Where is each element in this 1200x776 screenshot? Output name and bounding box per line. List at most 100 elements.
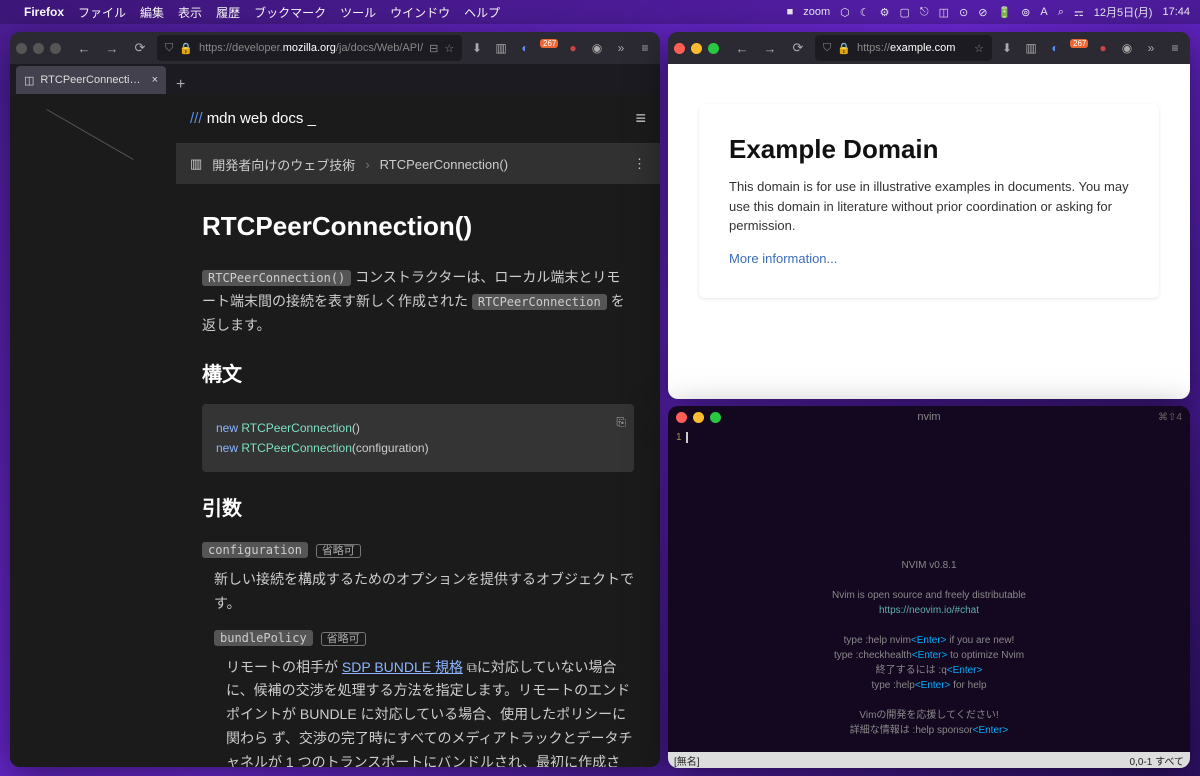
sidebar-gutter [10, 94, 176, 767]
search-icon[interactable]: ⌕ [1058, 6, 1064, 19]
menu-bookmarks[interactable]: ブックマーク [254, 4, 326, 21]
bookmark-icon[interactable]: ☆ [974, 42, 984, 55]
macos-menubar: Firefox ファイル 編集 表示 履歴 ブックマーク ツール ウインドウ ヘ… [0, 0, 1200, 24]
app-name[interactable]: Firefox [24, 5, 64, 19]
status-filename: [無名] [674, 753, 700, 768]
date[interactable]: 12月5日(月) [1094, 4, 1153, 20]
ext-badge: 267 [540, 39, 558, 48]
back-button[interactable]: ← [73, 37, 95, 59]
tab-title: RTCPeerConnection() - Web API [40, 74, 145, 86]
terminal-window: nvim ⌘⇧4 1 NVIM v0.8.1 Nvim is open sour… [668, 406, 1190, 768]
hamburger-icon[interactable]: ≡ [635, 108, 646, 129]
new-tab-button[interactable]: + [166, 76, 195, 94]
more-icon[interactable]: ⋮ [633, 156, 646, 172]
mdn-header: /// mdn web docs _ ≡ [176, 94, 660, 144]
tray-icon[interactable]: ◫ [939, 6, 949, 19]
code-inline: RTCPeerConnection [472, 294, 607, 310]
line-number: 1 [676, 432, 682, 443]
tab-bar: ◫ RTCPeerConnection() - Web API × + [10, 64, 660, 94]
intro-paragraph: RTCPeerConnection() コンストラクターは、ローカル端末とリモー… [202, 266, 634, 337]
menu-history[interactable]: 履歴 [216, 4, 240, 21]
browser-tab[interactable]: ◫ RTCPeerConnection() - Web API × [16, 66, 166, 94]
url-suffix: /ja/docs/Web/API/ [336, 42, 423, 54]
shield-icon: ⛉ [165, 42, 173, 55]
control-center-icon[interactable]: ⚎ [1074, 6, 1084, 19]
ext-icon[interactable]: ◐ [1046, 41, 1064, 55]
code-inline: RTCPeerConnection() [202, 270, 351, 286]
library-icon[interactable]: ▥ [492, 41, 510, 55]
lock-icon: 🔒 [179, 42, 193, 55]
window-controls[interactable] [676, 412, 721, 423]
menu-tools[interactable]: ツール [340, 4, 376, 21]
wifi-icon[interactable]: ⊚ [1021, 6, 1030, 19]
param-name: configuration 省略可 [202, 538, 634, 562]
tray-icon[interactable]: ⎋ [920, 6, 929, 19]
chevron-icon[interactable]: » [612, 41, 630, 55]
page-title: RTCPeerConnection() [202, 204, 634, 248]
browser-toolbar: ← → ⟳ ⛉ 🔒 https://example.com ☆ ⬇ ▥ ◐ 26… [668, 32, 1190, 64]
url-bar[interactable]: ⛉ 🔒 https://example.com ☆ [815, 35, 992, 61]
forward-button[interactable]: → [101, 37, 123, 59]
section-syntax: 構文 [202, 358, 634, 392]
ext-icon[interactable]: ◉ [1118, 41, 1136, 55]
section-args: 引数 [202, 492, 634, 526]
back-button[interactable]: ← [731, 37, 753, 59]
firefox-window-example: ← → ⟳ ⛉ 🔒 https://example.com ☆ ⬇ ▥ ◐ 26… [668, 32, 1190, 399]
download-icon[interactable]: ⬇ [468, 41, 486, 55]
breadcrumb-item[interactable]: RTCPeerConnection() [380, 157, 508, 172]
library-icon[interactable]: ▥ [1022, 41, 1040, 55]
terminal-body[interactable]: 1 NVIM v0.8.1 Nvim is open source and fr… [668, 428, 1190, 750]
tray-icon[interactable]: ⊙ [959, 6, 968, 19]
menu-icon[interactable]: ≡ [636, 41, 654, 55]
tray-icon[interactable]: ☾ [860, 6, 870, 19]
favicon: ◫ [24, 74, 34, 87]
window-controls[interactable] [674, 43, 719, 54]
reload-button[interactable]: ⟳ [129, 37, 151, 59]
download-icon[interactable]: ⬇ [998, 41, 1016, 55]
param-name: bundlePolicy 省略可 [214, 626, 634, 650]
breadcrumb: ▥ 開発者向けのウェブ技術 › RTCPeerConnection() ⋮ [176, 144, 660, 184]
chevron-icon[interactable]: » [1142, 41, 1160, 55]
ext-icon[interactable]: ◐ [516, 41, 534, 55]
terminal-titlebar: nvim ⌘⇧4 [668, 406, 1190, 428]
menu-help[interactable]: ヘルプ [464, 4, 500, 21]
tray-icon[interactable]: ▢ [900, 6, 910, 19]
page-content: Example Domain This domain is for use in… [668, 64, 1190, 399]
close-tab-icon[interactable]: × [152, 74, 158, 86]
menu-file[interactable]: ファイル [78, 4, 126, 21]
mdn-logo[interactable]: /// mdn web docs _ [190, 110, 316, 127]
zoom-label[interactable]: zoom [803, 6, 830, 18]
menu-icon[interactable]: ≡ [1166, 41, 1184, 55]
url-prefix: https:// [857, 42, 890, 54]
ext-icon[interactable]: ◉ [588, 41, 606, 55]
input-icon[interactable]: A [1040, 6, 1047, 18]
param-desc: リモートの相手が SDP BUNDLE 規格 ⧉に対応していない場合に、候補の交… [226, 656, 634, 767]
status-position: 0,0-1 すべて [1130, 753, 1184, 768]
battery-icon[interactable]: 🔋 [997, 6, 1011, 19]
url-bar[interactable]: ⛉ 🔒 https://developer.mozilla.org/ja/doc… [157, 35, 462, 61]
copy-icon[interactable]: ⎘ [616, 412, 626, 432]
nvim-splash: NVIM v0.8.1 Nvim is open source and free… [668, 558, 1190, 738]
tray-icon[interactable]: ⚙ [880, 6, 890, 19]
tray-icon[interactable]: ⬡ [840, 6, 850, 19]
menu-view[interactable]: 表示 [178, 4, 202, 21]
sidebar-toggle-icon[interactable]: ▥ [190, 156, 202, 172]
time[interactable]: 17:44 [1162, 6, 1190, 18]
breadcrumb-item[interactable]: 開発者向けのウェブ技術 [212, 155, 355, 174]
window-controls[interactable] [16, 43, 61, 54]
reload-button[interactable]: ⟳ [787, 37, 809, 59]
url-prefix: https://developer. [199, 42, 283, 54]
more-info-link[interactable]: More information... [729, 251, 837, 266]
forward-button[interactable]: → [759, 37, 781, 59]
camera-icon[interactable]: ■ [787, 6, 794, 18]
menu-window[interactable]: ウインドウ [390, 4, 450, 21]
cursor [686, 432, 688, 443]
ext-icon[interactable]: ● [564, 41, 582, 55]
ext-badge: 267 [1070, 39, 1088, 48]
ext-icon[interactable]: ● [1094, 41, 1112, 55]
bookmark-icon[interactable]: ☆ [444, 42, 454, 55]
tray-icon[interactable]: ⊘ [978, 6, 987, 19]
reader-icon[interactable]: ⊟ [429, 42, 438, 55]
menu-edit[interactable]: 編集 [140, 4, 164, 21]
sdp-bundle-link[interactable]: SDP BUNDLE 規格 [342, 659, 463, 675]
